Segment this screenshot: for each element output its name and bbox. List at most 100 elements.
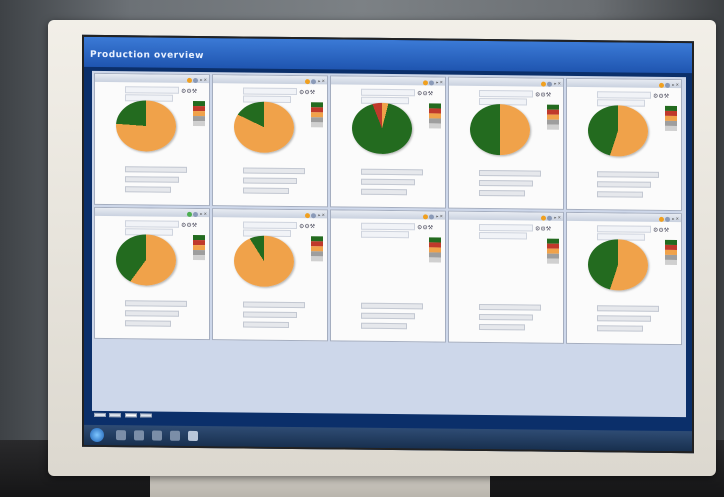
- progress-bar: [597, 325, 643, 332]
- status-legend: [429, 103, 441, 129]
- refresh-icon[interactable]: [665, 216, 671, 222]
- bottom-tabs[interactable]: [94, 412, 154, 424]
- status-legend: [665, 239, 677, 266]
- start-button-icon[interactable]: [90, 427, 104, 443]
- monitor-screen: Production overview ▸ ✕ ⚙⚙⚒ ▸ ✕ ⚙⚙⚒ ▸ ✕ ⚙⚙⚒…: [82, 34, 694, 454]
- panel-header[interactable]: ▸ ✕: [449, 77, 563, 88]
- progress-bar: [125, 186, 171, 193]
- panel-header[interactable]: ▸ ✕: [331, 210, 445, 220]
- panel-controls[interactable]: ▸ ✕: [423, 212, 443, 220]
- taskbar-app-icon[interactable]: [116, 430, 126, 441]
- refresh-icon[interactable]: [547, 215, 553, 221]
- panel-header[interactable]: ▸ ✕: [95, 73, 209, 84]
- taskbar-app-icon[interactable]: [188, 430, 198, 442]
- machine-icons: ⚙⚙⚒: [653, 226, 670, 234]
- taskbar-app-icon[interactable]: [152, 430, 162, 441]
- progress-bar: [243, 177, 297, 185]
- refresh-icon[interactable]: [311, 78, 317, 84]
- app-title: Production overview: [90, 49, 204, 62]
- tab[interactable]: [94, 412, 106, 418]
- panel-controls[interactable]: ▸ ✕: [187, 76, 207, 84]
- panel-controls[interactable]: ▸ ✕: [659, 81, 679, 89]
- panel-header[interactable]: ▸ ✕: [449, 211, 563, 222]
- refresh-icon[interactable]: [547, 81, 553, 87]
- tab[interactable]: [124, 413, 137, 418]
- refresh-icon[interactable]: [665, 82, 671, 88]
- panel-header[interactable]: ▸ ✕: [567, 78, 681, 89]
- field-value: [361, 230, 409, 239]
- legend-swatch: [665, 125, 677, 132]
- progress-bar: [125, 320, 171, 327]
- field-value: [243, 221, 297, 230]
- panel-controls[interactable]: ▸ ✕: [541, 80, 561, 88]
- legend-swatch: [547, 258, 559, 264]
- machine-icons: ⚙⚙⚒: [535, 91, 552, 99]
- status-legend: [547, 238, 559, 264]
- legend-swatch: [547, 124, 559, 130]
- status-dot-icon: [541, 215, 547, 221]
- progress-bar: [361, 178, 415, 186]
- panel-controls[interactable]: ▸ ✕: [659, 215, 679, 223]
- status-dot-icon: [305, 212, 311, 218]
- progress-bar: [361, 302, 423, 310]
- progress-bar: [361, 312, 415, 320]
- production-panel: ▸ ✕ ⚙⚙⚒: [330, 209, 446, 343]
- panel-header[interactable]: ▸ ✕: [213, 209, 327, 219]
- panel-controls[interactable]: ▸ ✕: [305, 211, 325, 219]
- legend-swatch: [311, 256, 323, 262]
- field-value: [479, 223, 533, 232]
- field-value: [361, 88, 415, 97]
- windows-taskbar: [84, 424, 692, 452]
- progress-bar: [243, 187, 289, 194]
- status-legend: [547, 104, 559, 130]
- progress-bar: [479, 303, 541, 311]
- status-legend: [429, 237, 441, 263]
- panel-controls[interactable]: ▸ ✕: [187, 210, 207, 218]
- progress-bar: [243, 311, 297, 319]
- machine-icons: ⚙⚙⚒: [299, 223, 316, 231]
- production-panel: ▸ ✕ ⚙⚙⚒: [448, 76, 564, 210]
- legend-swatch: [311, 122, 323, 128]
- field-value: [597, 225, 651, 233]
- production-pie-chart: [116, 234, 176, 286]
- refresh-icon[interactable]: [193, 211, 199, 217]
- panel-controls[interactable]: ▸ ✕: [305, 77, 325, 85]
- progress-bar: [125, 176, 179, 183]
- progress-bar: [479, 169, 541, 177]
- production-pie-chart: [470, 103, 530, 156]
- machine-icons: ⚙⚙⚒: [417, 224, 434, 232]
- refresh-icon[interactable]: [429, 79, 435, 85]
- taskbar-app-icon[interactable]: [170, 430, 180, 441]
- panel-header[interactable]: ▸ ✕: [213, 75, 327, 85]
- taskbar-app-icon[interactable]: [134, 430, 144, 441]
- legend-swatch: [665, 259, 677, 266]
- status-dot-icon: [305, 78, 311, 84]
- production-pie-chart: [116, 100, 176, 152]
- panel-controls[interactable]: ▸ ✕: [541, 214, 561, 222]
- panel-controls[interactable]: ▸ ✕: [423, 78, 443, 86]
- machine-icons: ⚙⚙⚒: [535, 225, 552, 233]
- production-panel: ▸ ✕ ⚙⚙⚒: [448, 210, 564, 344]
- machine-icons: ⚙⚙⚒: [299, 89, 316, 97]
- tab[interactable]: [139, 413, 152, 418]
- status-dot-icon: [659, 216, 665, 222]
- panel-header[interactable]: ▸ ✕: [331, 76, 445, 86]
- legend-swatch: [429, 123, 441, 129]
- app-menu[interactable]: [90, 40, 108, 46]
- refresh-icon[interactable]: [429, 213, 435, 219]
- production-pie-chart: [588, 239, 648, 291]
- panel-header[interactable]: ▸ ✕: [567, 212, 681, 223]
- production-pie-chart: [234, 101, 294, 154]
- tab[interactable]: [109, 413, 122, 418]
- refresh-icon[interactable]: [193, 77, 199, 83]
- status-dot-icon: [659, 82, 665, 88]
- machine-icons: ⚙⚙⚒: [181, 87, 198, 96]
- progress-bar: [125, 310, 179, 317]
- field-value: [597, 91, 651, 99]
- panel-header[interactable]: ▸ ✕: [95, 207, 209, 218]
- production-panel: ▸ ✕ ⚙⚙⚒: [566, 211, 682, 346]
- progress-bar: [243, 321, 289, 328]
- refresh-icon[interactable]: [311, 212, 317, 218]
- progress-bar: [597, 171, 659, 178]
- legend-swatch: [429, 257, 441, 263]
